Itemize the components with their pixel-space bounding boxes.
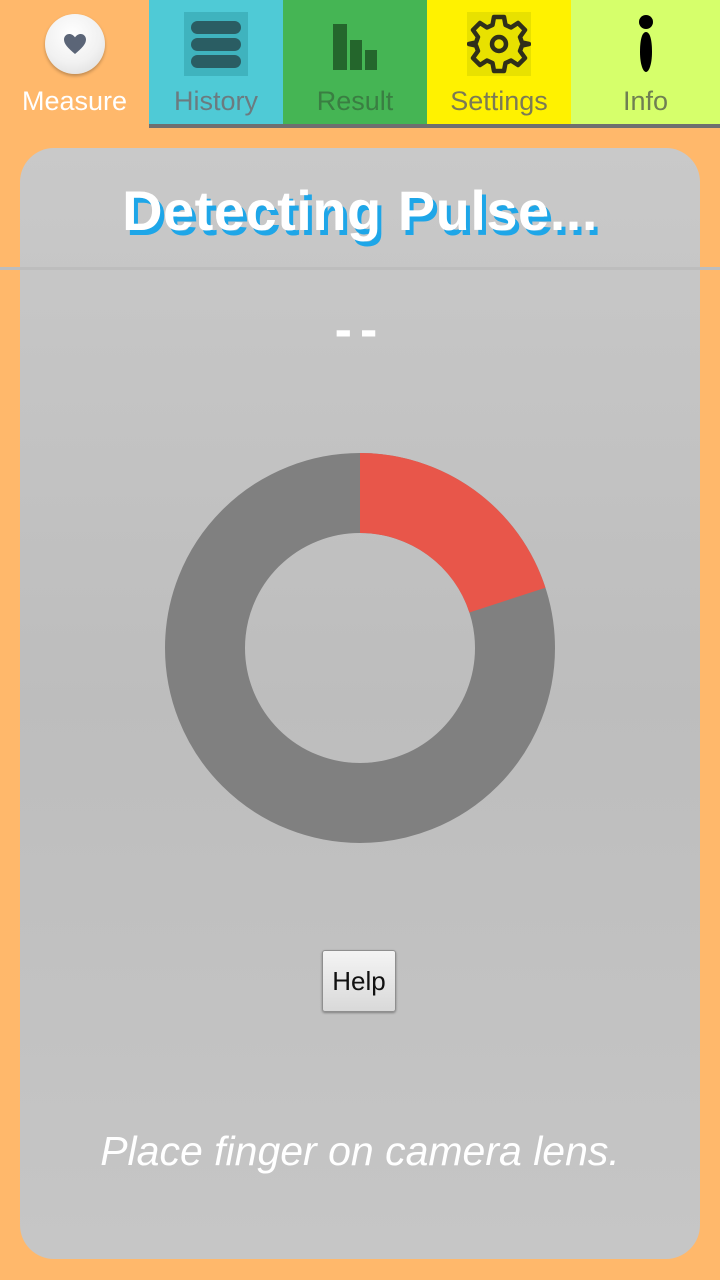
tab-result-label: Result — [316, 86, 394, 116]
tab-history[interactable]: History — [149, 0, 283, 128]
tab-settings[interactable]: Settings — [427, 0, 571, 128]
progress-ring-fill — [358, 453, 546, 614]
bar-chart-icon — [323, 12, 387, 76]
instruction-text: Place finger on camera lens. — [100, 1128, 620, 1174]
tab-measure[interactable]: Measure — [0, 0, 149, 128]
list-icon — [184, 12, 248, 76]
tab-info[interactable]: Info — [571, 0, 720, 128]
info-icon — [614, 12, 678, 76]
progress-ring — [165, 453, 555, 843]
tab-settings-label: Settings — [450, 86, 548, 116]
tab-result[interactable]: Result — [283, 0, 427, 128]
help-button[interactable]: Help — [322, 950, 396, 1012]
page-title: Detecting Pulse... — [122, 179, 598, 242]
divider — [0, 267, 720, 270]
tab-measure-label: Measure — [21, 86, 128, 116]
tab-history-label: History — [173, 86, 258, 116]
pulse-value: -- — [334, 301, 386, 359]
tab-measure-icon-wrap — [43, 12, 107, 76]
gear-icon — [467, 12, 531, 76]
tab-info-label: Info — [622, 86, 669, 116]
tab-bar: Measure History Result Settings Info — [0, 0, 720, 128]
heart-icon — [44, 14, 105, 74]
